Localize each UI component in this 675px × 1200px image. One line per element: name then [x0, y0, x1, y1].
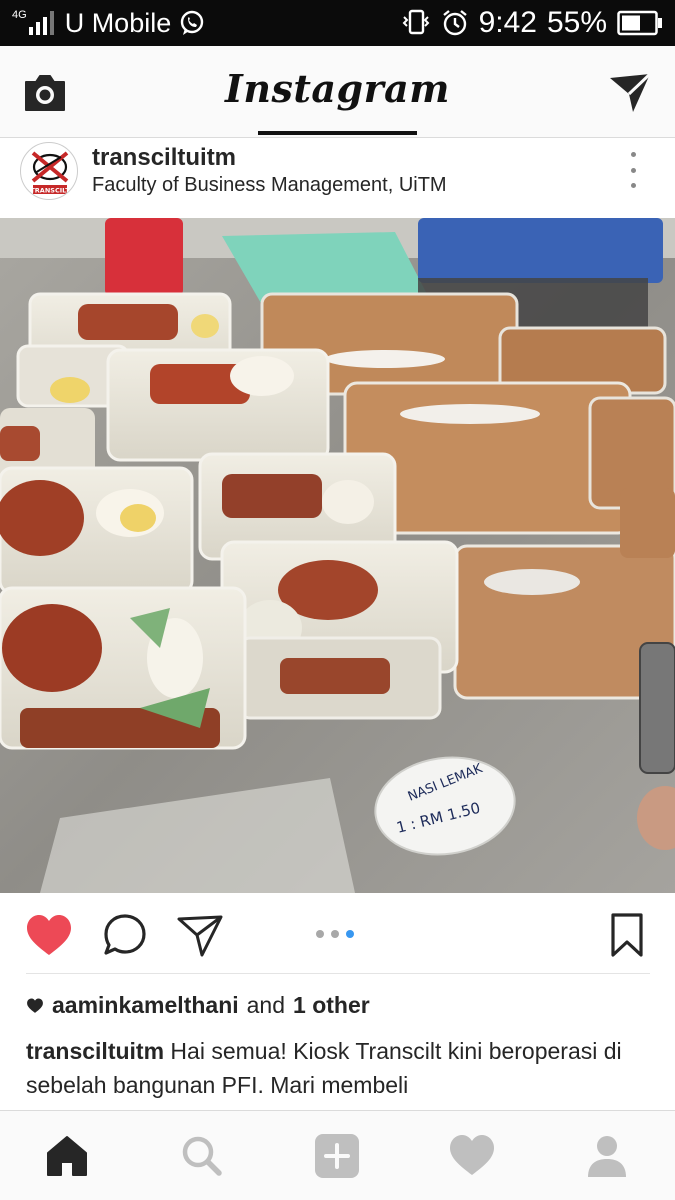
direct-message-icon [610, 72, 652, 112]
heart-filled-icon [27, 915, 71, 955]
food-photo: NASI LEMAK 1 : RM 1.50 [0, 218, 675, 893]
likes-connector: and [246, 992, 286, 1018]
signal-icon [28, 11, 54, 35]
network-type-label: 4G [12, 9, 27, 21]
tab-profile[interactable] [582, 1131, 632, 1181]
post-header: TRANSCILT transciltuitm Faculty of Busin… [0, 138, 675, 218]
tab-add-post[interactable] [312, 1131, 362, 1181]
bookmark-icon [611, 913, 643, 957]
status-bar: 4G U Mobile 9:42 55% [0, 0, 675, 46]
post-caption: transciltuitm Hai semua! Kiosk Transcilt… [26, 1034, 646, 1102]
logo-underline [258, 131, 417, 135]
avatar[interactable]: TRANSCILT [20, 142, 78, 200]
instagram-logo: Instagram [225, 66, 450, 111]
bottom-tab-bar [0, 1110, 675, 1200]
liker-username[interactable]: aaminkamelthani [52, 992, 239, 1019]
small-heart-icon [27, 997, 43, 1013]
share-button[interactable] [176, 911, 226, 961]
battery-icon [617, 10, 662, 36]
clock-time: 9:42 [478, 6, 537, 39]
battery-percent: 55% [546, 6, 607, 39]
tab-search[interactable] [177, 1131, 227, 1181]
comment-icon [104, 914, 146, 955]
post-photo[interactable]: NASI LEMAK 1 : RM 1.50 [0, 218, 675, 893]
carousel-dot [331, 930, 339, 938]
comment-button[interactable] [100, 911, 150, 961]
transcilt-logo-icon: TRANSCILT [30, 151, 70, 195]
carousel-dot [316, 930, 324, 938]
profile-icon [588, 1136, 626, 1177]
whatsapp-icon [181, 10, 204, 35]
carousel-dot-active [346, 930, 354, 938]
home-icon [47, 1136, 87, 1176]
likes-others[interactable]: 1 other [293, 992, 370, 1019]
add-post-icon [315, 1134, 359, 1178]
activity-heart-icon [450, 1135, 494, 1175]
app-header: Instagram [0, 46, 675, 138]
alarm-icon [442, 10, 467, 36]
more-dot [630, 152, 636, 157]
post-location[interactable]: Faculty of Business Management, UiTM [92, 174, 447, 197]
vibrate-icon [402, 9, 429, 35]
more-options-button[interactable] [621, 152, 645, 188]
avatar-text: TRANSCILT [30, 187, 70, 195]
likes-summary[interactable]: aaminkamelthani and 1 other [26, 992, 370, 1019]
divider [26, 973, 650, 974]
direct-message-button[interactable] [607, 70, 653, 116]
caption-username[interactable]: transciltuitm [26, 1038, 164, 1064]
search-icon [182, 1136, 222, 1176]
more-dot [630, 167, 636, 173]
carousel-indicator [316, 930, 354, 938]
tab-activity[interactable] [447, 1131, 497, 1181]
share-icon [177, 915, 223, 957]
more-dot [630, 183, 636, 188]
like-button[interactable] [24, 911, 74, 961]
save-button[interactable] [602, 911, 652, 961]
post-username[interactable]: transciltuitm [92, 144, 236, 172]
tab-home[interactable] [42, 1131, 92, 1181]
carrier-name: U Mobile [64, 7, 172, 38]
